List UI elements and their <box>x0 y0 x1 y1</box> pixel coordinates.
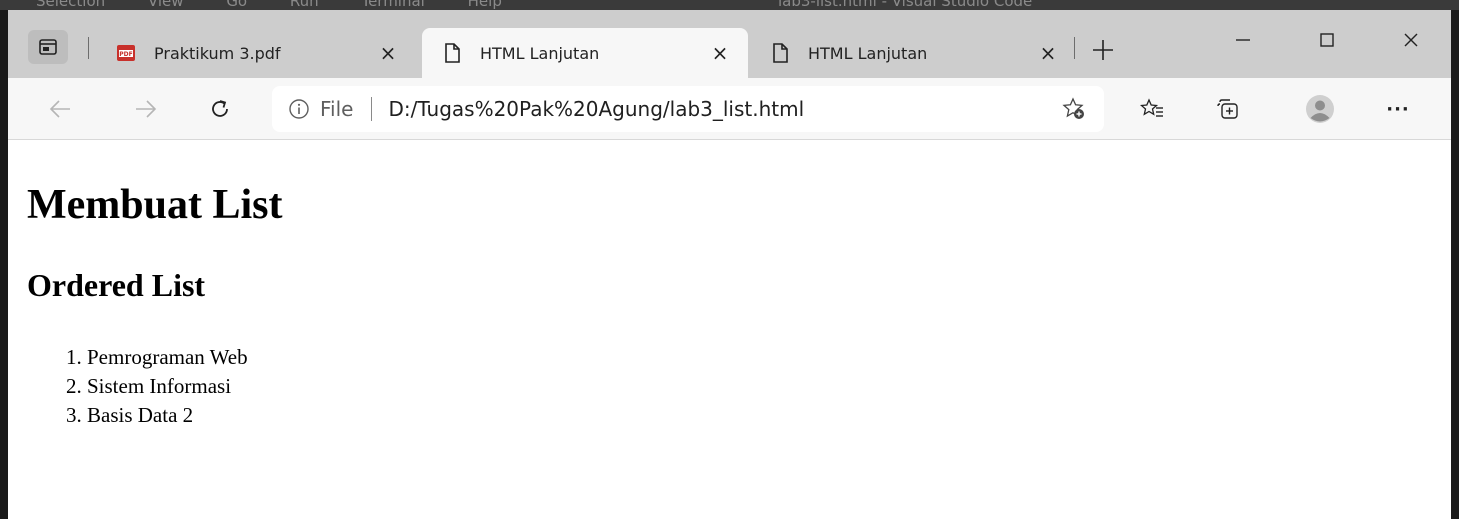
new-tab-button[interactable] <box>1087 34 1119 66</box>
refresh-icon <box>212 100 228 117</box>
favorites-button[interactable] <box>1134 91 1170 127</box>
forward-button[interactable] <box>128 91 164 127</box>
list-item-number: 2. <box>66 374 82 398</box>
svg-text:PDF: PDF <box>119 51 132 58</box>
url-divider <box>371 97 373 121</box>
tab-close-button[interactable]: × <box>374 39 402 67</box>
background-menu-item: Run <box>289 0 319 10</box>
maximize-button[interactable] <box>1304 22 1350 58</box>
minimize-icon <box>1236 39 1250 41</box>
background-menubar: Selection View Go Run Terminal Help <box>36 0 540 10</box>
list-item-text: Sistem Informasi <box>87 374 232 398</box>
tab-close-button[interactable]: × <box>706 39 734 67</box>
more-menu-button[interactable]: ··· <box>1380 91 1416 127</box>
collections-icon <box>1217 99 1238 119</box>
close-icon <box>1404 33 1418 47</box>
tab-label: Praktikum 3.pdf <box>154 43 281 63</box>
list-item-number: 1. <box>66 345 82 369</box>
profile-button[interactable] <box>1302 91 1338 127</box>
background-menu-item: Go <box>226 0 248 10</box>
tab-html-lanjutan[interactable]: HTML Lanjutan × <box>750 28 1076 78</box>
site-info-icon[interactable] <box>288 98 310 120</box>
tab-praktikum-pdf[interactable]: PDF Praktikum 3.pdf × <box>96 28 416 78</box>
tab-label: HTML Lanjutan <box>480 43 600 63</box>
tab-actions-button[interactable] <box>28 30 68 64</box>
browser-window: PDF Praktikum 3.pdf × HTML Lanjutan × HT… <box>8 10 1451 519</box>
close-window-button[interactable] <box>1388 22 1434 58</box>
tab-bar: PDF Praktikum 3.pdf × HTML Lanjutan × HT… <box>8 10 1451 78</box>
list-item: 1. Pemrograman Web <box>66 343 248 372</box>
tab-label: HTML Lanjutan <box>808 43 928 63</box>
favorites-icon <box>1140 98 1163 117</box>
avatar-icon <box>1306 95 1334 123</box>
browser-toolbar: File D:/Tugas%20Pak%20Agung/lab3_list.ht… <box>8 78 1451 140</box>
url-text[interactable]: D:/Tugas%20Pak%20Agung/lab3_list.html <box>388 97 804 121</box>
list-item: 2. Sistem Informasi <box>66 372 248 401</box>
page-content: Membuat List Ordered List 1. Pemrograman… <box>8 141 1451 519</box>
background-menu-item: Selection <box>36 0 106 10</box>
ordered-list: 1. Pemrograman Web 2. Sistem Informasi 3… <box>66 343 248 430</box>
background-menu-item: Terminal <box>361 0 425 10</box>
page-heading: Membuat List <box>27 182 283 228</box>
page-icon <box>770 43 790 63</box>
tab-actions-icon <box>39 39 57 55</box>
collections-button[interactable] <box>1210 91 1246 127</box>
forward-arrow-icon <box>136 100 157 118</box>
back-arrow-icon <box>49 100 70 118</box>
back-button[interactable] <box>42 91 78 127</box>
page-subheading: Ordered List <box>27 267 206 303</box>
tab-close-button[interactable]: × <box>1034 39 1062 67</box>
maximize-icon <box>1320 33 1334 47</box>
refresh-button[interactable] <box>202 91 238 127</box>
address-bar[interactable]: File D:/Tugas%20Pak%20Agung/lab3_list.ht… <box>272 86 1104 132</box>
list-item: 3. Basis Data 2 <box>66 401 248 430</box>
background-menu-item: Help <box>467 0 502 10</box>
add-favorite-icon[interactable] <box>1060 95 1088 123</box>
tab-separator <box>1074 37 1075 59</box>
page-icon <box>442 43 462 63</box>
background-menu-item: View <box>147 0 184 10</box>
tab-html-lanjutan-active[interactable]: HTML Lanjutan × <box>422 28 748 78</box>
desktop-edge-left <box>0 10 8 519</box>
list-item-text: Pemrograman Web <box>87 345 248 369</box>
pdf-icon: PDF <box>116 43 136 63</box>
tab-separator <box>88 37 89 59</box>
plus-icon <box>1093 40 1113 60</box>
minimize-button[interactable] <box>1220 22 1266 58</box>
list-item-number: 3. <box>66 403 82 427</box>
background-window-title: lab3-list.html - Visual Studio Code <box>778 0 1033 10</box>
list-item-text: Basis Data 2 <box>87 403 194 427</box>
url-scheme-label: File <box>320 97 354 121</box>
desktop-edge-right <box>1451 10 1459 519</box>
